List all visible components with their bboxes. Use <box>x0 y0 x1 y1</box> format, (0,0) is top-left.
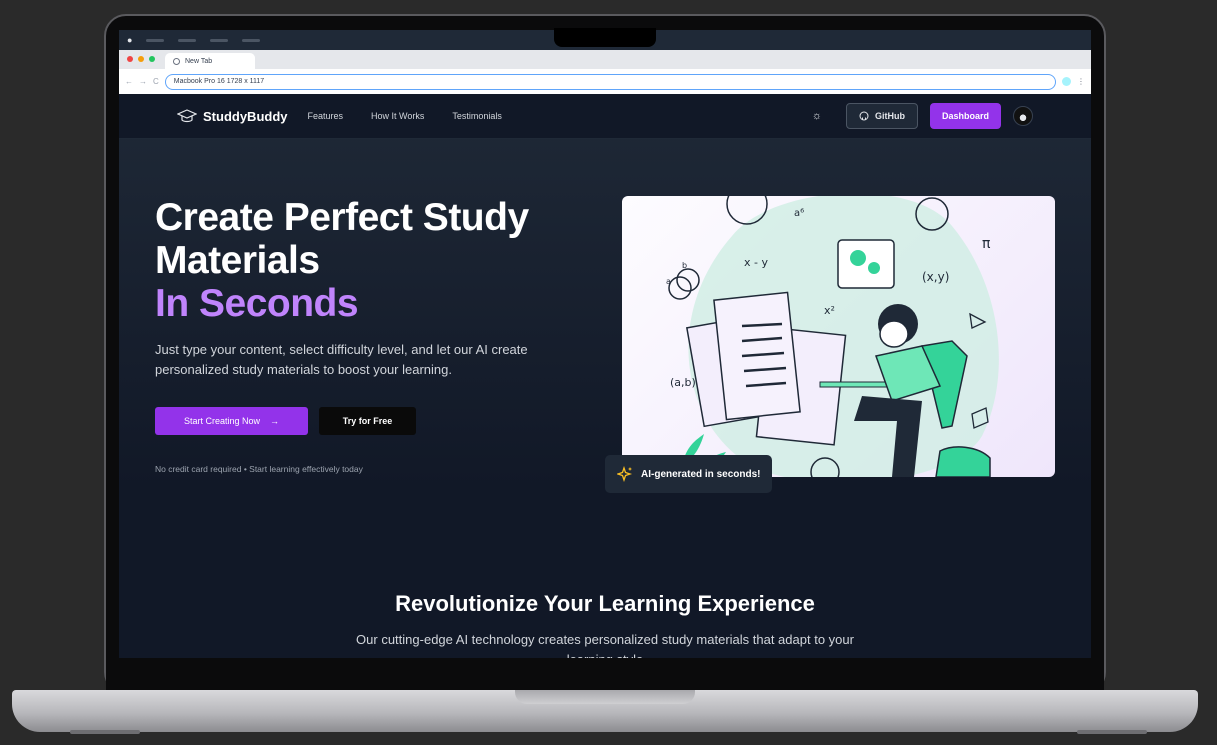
hero-title-accent: In Seconds <box>155 282 359 325</box>
math-label: b <box>682 261 687 270</box>
hero-title-line1: Create Perfect Study <box>155 196 529 239</box>
hero-note: No credit card required • Start learning… <box>155 464 363 474</box>
hero-title-line2: Materials <box>155 239 320 282</box>
browser-toolbar: ← → C Macbook Pro 16 1728 x 1117 ⋮ <box>119 69 1091 94</box>
menu-placeholder[interactable] <box>178 38 197 42</box>
globe-icon <box>173 57 180 65</box>
math-label: π <box>982 236 991 252</box>
student-studying-illustration: a⁶ x - y x² (x,y) (a,b) π a b <box>666 196 999 477</box>
try-for-free-button[interactable]: Try for Free <box>319 407 416 435</box>
menu-placeholder[interactable] <box>146 38 165 42</box>
ai-badge: AI-generated in seconds! <box>605 455 773 493</box>
menu-placeholder[interactable] <box>210 38 229 42</box>
browser-tabbar: New Tab <box>119 50 1091 69</box>
extension-icon[interactable] <box>1062 77 1071 86</box>
browser-menu-icon[interactable]: ⋮ <box>1077 77 1085 86</box>
user-avatar[interactable] <box>1013 106 1033 126</box>
camera-notch <box>554 28 656 47</box>
tab-title: New Tab <box>185 57 213 65</box>
start-creating-label: Start Creating Now <box>183 416 261 426</box>
theme-toggle-sun-icon[interactable]: ☼ <box>812 110 822 122</box>
laptop-chin <box>106 660 1104 692</box>
apple-icon[interactable]: ● <box>127 35 132 45</box>
hero-title: Create Perfect Study Materials In Second… <box>155 196 529 325</box>
github-icon <box>859 111 869 121</box>
start-creating-button[interactable]: Start Creating Now → <box>155 407 308 435</box>
menu-placeholder[interactable] <box>242 38 261 42</box>
math-label: x - y <box>744 256 768 269</box>
github-label: GitHub <box>874 111 905 121</box>
close-window-button[interactable] <box>127 56 133 62</box>
section-subtitle: Our cutting-edge AI technology creates p… <box>356 632 854 658</box>
graduation-cap-icon <box>177 109 197 123</box>
laptop-foot <box>70 730 140 734</box>
laptop-foot <box>1077 730 1147 734</box>
screen: ● New Tab ← → C Macbook Pro 16 1728 x 11… <box>119 30 1091 658</box>
address-bar[interactable]: Macbook Pro 16 1728 x 1117 <box>164 73 1056 90</box>
math-label: a⁶ <box>794 208 804 219</box>
math-label: (a,b) <box>670 376 696 389</box>
dashboard-button[interactable]: Dashboard <box>929 103 1001 129</box>
hero-subtitle: Just type your content, select difficult… <box>155 342 528 377</box>
ai-badge-label: AI-generated in seconds! <box>641 468 761 480</box>
reload-icon[interactable]: C <box>153 77 159 86</box>
math-label: (x,y) <box>922 270 949 284</box>
brand-logo[interactable]: StuddyBuddy <box>177 109 288 124</box>
site-navbar: StuddyBuddy Features How It Works Testim… <box>119 94 1091 139</box>
github-button[interactable]: GitHub <box>845 103 918 129</box>
sparkles-icon <box>617 466 633 482</box>
brand-name: StuddyBuddy <box>203 108 288 124</box>
back-icon[interactable]: ← <box>125 77 133 86</box>
laptop-base-notch <box>515 690 695 704</box>
minimize-window-button[interactable] <box>138 56 144 62</box>
arrow-right-icon: → <box>270 416 280 426</box>
forward-icon[interactable]: → <box>139 77 147 86</box>
maximize-window-button[interactable] <box>149 56 155 62</box>
section-title: Revolutionize Your Learning Experience <box>395 591 815 616</box>
math-label: a <box>666 277 671 286</box>
nav-link-how-it-works[interactable]: How It Works <box>371 111 424 121</box>
nav-link-features[interactable]: Features <box>308 111 344 121</box>
hero-illustration: a⁶ x - y x² (x,y) (a,b) π a b <box>622 196 1055 477</box>
browser-tab[interactable]: New Tab <box>165 53 255 69</box>
website: StuddyBuddy Features How It Works Testim… <box>119 94 1091 658</box>
window-controls <box>119 56 165 69</box>
nav-link-testimonials[interactable]: Testimonials <box>452 111 502 121</box>
nav-actions: ☼ GitHub Dashboard <box>812 103 1091 129</box>
math-label: x² <box>824 304 835 317</box>
